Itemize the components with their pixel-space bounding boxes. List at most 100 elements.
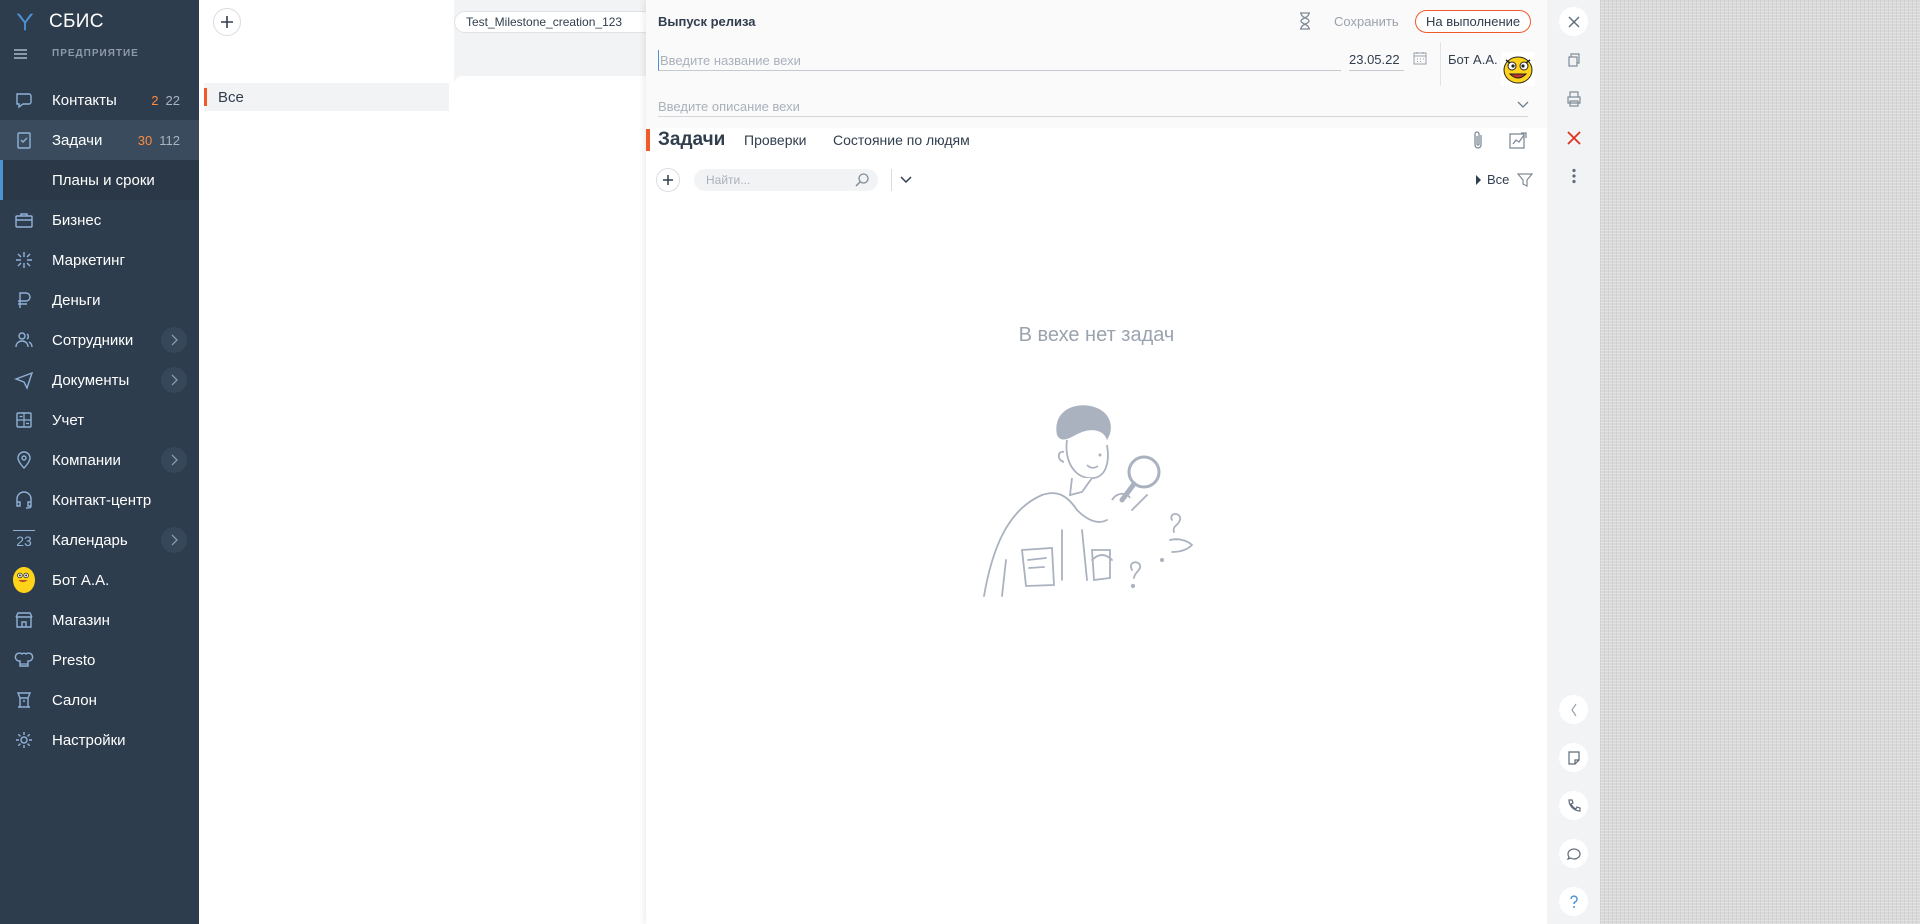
menu-icon[interactable] bbox=[14, 48, 27, 59]
attachment-icon[interactable] bbox=[1469, 130, 1487, 152]
save-button[interactable]: Сохранить bbox=[1334, 14, 1399, 29]
nav-item-tasks[interactable]: Задачи 30 112 bbox=[0, 120, 199, 160]
company-switcher[interactable]: ПРЕДПРИЯТИЕ bbox=[14, 48, 139, 59]
divider bbox=[891, 169, 892, 191]
help-icon bbox=[1569, 894, 1578, 908]
notes-button[interactable] bbox=[1559, 743, 1588, 772]
chevron-left-icon bbox=[1570, 703, 1576, 716]
nav-item-marketing[interactable]: Маркетинг bbox=[0, 240, 199, 280]
calculator-icon bbox=[13, 409, 35, 431]
empty-state-illustration bbox=[983, 405, 1194, 597]
nav-item-accounting[interactable]: Учет bbox=[0, 400, 199, 440]
chevron-down-icon[interactable] bbox=[1517, 101, 1529, 109]
delete-cross-icon bbox=[1566, 130, 1581, 145]
close-button[interactable] bbox=[1559, 7, 1588, 36]
tab-people-status[interactable]: Состояние по людям bbox=[833, 132, 970, 148]
nav-item-contacts[interactable]: Контакты 2 22 bbox=[0, 80, 199, 120]
nav-subitem-plans[interactable]: Планы и сроки bbox=[0, 160, 199, 200]
help-button[interactable] bbox=[1559, 887, 1588, 916]
search-input[interactable] bbox=[706, 171, 846, 189]
date-field[interactable]: 23.05.22 bbox=[1349, 50, 1404, 71]
hourglass-icon[interactable] bbox=[1298, 12, 1312, 30]
milestone-name-input[interactable] bbox=[658, 50, 1341, 71]
nav-item-label: Документы bbox=[52, 371, 130, 389]
search-icon[interactable] bbox=[854, 172, 870, 188]
more-button[interactable] bbox=[1559, 161, 1588, 190]
responsible-name[interactable]: Бот А.А. bbox=[1448, 52, 1498, 67]
filter-icon[interactable] bbox=[1517, 172, 1534, 187]
nav-item-label: Магазин bbox=[52, 611, 110, 629]
total-count: 22 bbox=[165, 92, 180, 108]
note-icon bbox=[1567, 750, 1580, 765]
dialog-title: Выпуск релиза bbox=[658, 14, 756, 29]
salon-icon bbox=[13, 689, 35, 711]
chevron-right-icon[interactable] bbox=[161, 327, 187, 353]
nav-item-profile[interactable]: Бот А.А. bbox=[0, 560, 199, 600]
total-count: 112 bbox=[159, 132, 180, 148]
sbis-logo-icon bbox=[16, 13, 34, 31]
user-avatar bbox=[13, 567, 35, 593]
dialog-header: Выпуск релиза Сохранить На выполнение 23… bbox=[646, 0, 1547, 128]
report-icon[interactable] bbox=[1508, 130, 1528, 150]
nav-item-label: Бизнес bbox=[52, 211, 102, 229]
calendar-icon[interactable] bbox=[1413, 51, 1427, 65]
nav-item-contact-center[interactable]: Контакт-центр bbox=[0, 480, 199, 520]
status-button[interactable]: На выполнение bbox=[1415, 10, 1532, 33]
filter-label: Все bbox=[1487, 172, 1510, 187]
nav-item-business[interactable]: Бизнес bbox=[0, 200, 199, 240]
tab-checks[interactable]: Проверки bbox=[744, 132, 806, 148]
close-icon bbox=[1568, 16, 1579, 27]
nav-item-salon[interactable]: Салон bbox=[0, 680, 199, 720]
chat-button[interactable] bbox=[1559, 839, 1588, 868]
nav-item-store[interactable]: Магазин bbox=[0, 600, 199, 640]
nav-item-settings[interactable]: Настройки bbox=[0, 720, 199, 760]
brand-name: СБИС bbox=[49, 11, 104, 32]
nav-item-label: Контакты bbox=[52, 91, 117, 109]
chevron-right-icon[interactable] bbox=[161, 527, 187, 553]
nav-item-presto[interactable]: Presto bbox=[0, 640, 199, 680]
nav-item-label: Учет bbox=[52, 411, 85, 429]
chevron-down-icon[interactable] bbox=[899, 175, 913, 185]
company-label: ПРЕДПРИЯТИЕ bbox=[52, 48, 139, 59]
nav-item-label: Задачи bbox=[52, 131, 103, 149]
call-button[interactable] bbox=[1559, 791, 1588, 820]
nav-item-employees[interactable]: Сотрудники bbox=[0, 320, 199, 360]
new-count: 2 bbox=[151, 92, 159, 108]
nav-item-companies[interactable]: Компании bbox=[0, 440, 199, 480]
folder-item-all[interactable]: Все bbox=[204, 83, 449, 111]
chevron-right-icon[interactable] bbox=[161, 367, 187, 393]
delete-button[interactable] bbox=[1559, 123, 1588, 152]
search-box[interactable] bbox=[694, 169, 878, 191]
chef-icon bbox=[13, 649, 35, 671]
nav-item-money[interactable]: Деньги bbox=[0, 280, 199, 320]
nav-item-label: Календарь bbox=[52, 531, 128, 549]
copy-icon bbox=[1567, 52, 1580, 67]
nav-item-label: Presto bbox=[52, 651, 96, 669]
brand-logo[interactable]: СБИС bbox=[14, 8, 104, 36]
collapse-panel-button[interactable] bbox=[1559, 695, 1588, 724]
nav-item-label: Бот А.А. bbox=[52, 571, 110, 589]
chevron-right-icon[interactable] bbox=[161, 447, 187, 473]
create-button[interactable] bbox=[213, 8, 241, 36]
chat-bubble-icon bbox=[1566, 847, 1581, 860]
counter-badge: 2 22 bbox=[151, 93, 180, 108]
add-task-button[interactable] bbox=[656, 168, 680, 192]
nav-item-label: Деньги bbox=[52, 291, 101, 309]
copy-button[interactable] bbox=[1559, 45, 1588, 74]
milestone-chip[interactable]: Test_Milestone_creation_123 bbox=[454, 11, 654, 33]
divider bbox=[1440, 42, 1441, 86]
filter-control[interactable]: Все bbox=[1476, 172, 1534, 187]
phone-icon bbox=[1567, 798, 1581, 812]
gear-icon bbox=[13, 729, 35, 751]
nav-item-label: Контакт-центр bbox=[52, 491, 152, 509]
chat-icon bbox=[13, 89, 35, 111]
nav-item-documents[interactable]: Документы bbox=[0, 360, 199, 400]
responsible-avatar[interactable] bbox=[1501, 52, 1535, 86]
tasks-toolbar: Все bbox=[646, 166, 1547, 194]
print-button[interactable] bbox=[1559, 84, 1588, 113]
triangle-right-icon bbox=[1476, 174, 1481, 185]
tab-tasks[interactable]: Задачи bbox=[658, 129, 725, 151]
background-card bbox=[454, 76, 654, 924]
milestone-description-input[interactable] bbox=[658, 96, 1528, 117]
nav-item-calendar[interactable]: 23 Календарь bbox=[0, 520, 199, 560]
